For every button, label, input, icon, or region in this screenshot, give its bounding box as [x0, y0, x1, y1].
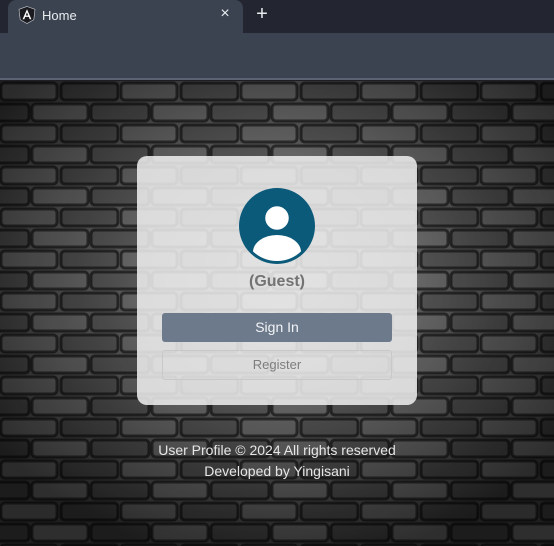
- close-tab-icon[interactable]: ×: [217, 6, 233, 22]
- angular-logo-icon: [18, 6, 36, 24]
- user-avatar-icon: [239, 188, 315, 264]
- browser-toolbar: [0, 33, 554, 80]
- username-label: (Guest): [249, 273, 305, 290]
- browser-tab-home[interactable]: Home ×: [8, 0, 243, 33]
- profile-card: (Guest) Sign In Register: [137, 156, 417, 405]
- footer-developer: Developed by Yingisani: [204, 463, 350, 479]
- new-tab-icon[interactable]: +: [252, 4, 272, 24]
- browser-tab-strip: Home × +: [0, 0, 554, 33]
- page-viewport: (Guest) Sign In Register User Profile © …: [0, 81, 554, 546]
- footer-copyright: User Profile © 2024 All rights reserved: [158, 442, 396, 458]
- register-button[interactable]: Register: [162, 350, 392, 380]
- tab-title: Home: [42, 8, 77, 23]
- sign-in-button[interactable]: Sign In: [162, 313, 392, 342]
